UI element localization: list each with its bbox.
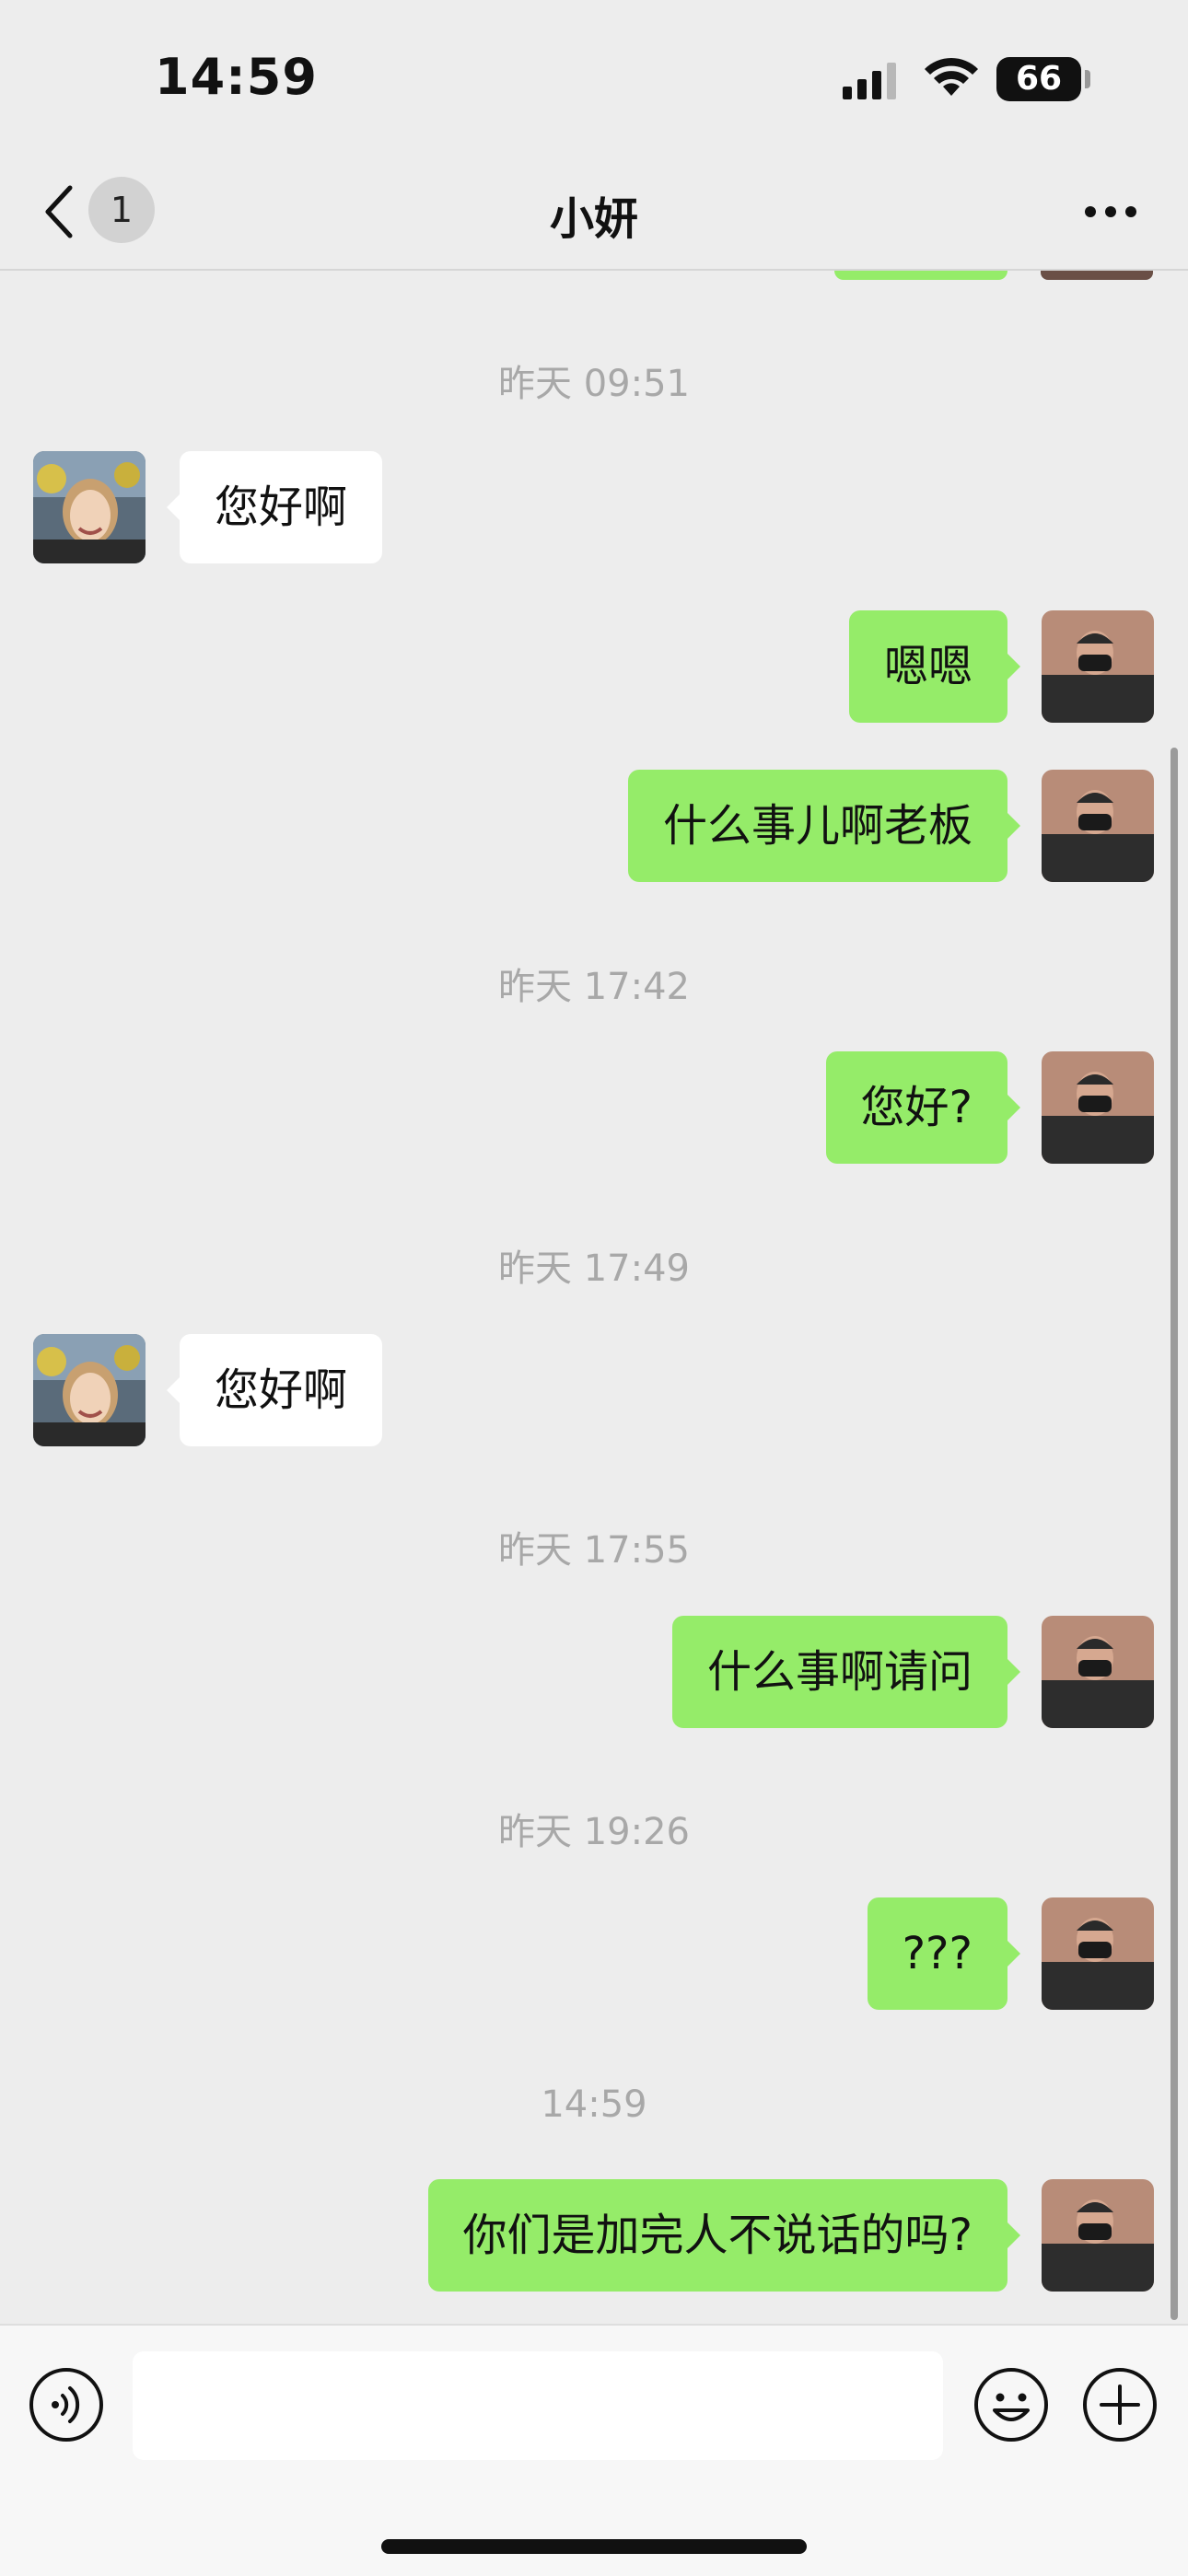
wifi-icon — [925, 57, 978, 96]
message-list[interactable]: 昨天 09:51 您好啊 嗯嗯 什么事儿啊老板 昨天 17:42 您好? 昨天 … — [0, 271, 1188, 2324]
message-timestamp: 昨天 17:49 — [498, 1247, 690, 1290]
contact-avatar[interactable] — [33, 451, 146, 563]
message-timestamp: 14:59 — [541, 2083, 647, 2126]
previous-message-avatar — [1041, 271, 1153, 280]
my-avatar[interactable] — [1042, 610, 1154, 723]
chat-title: 小妍 — [549, 193, 638, 245]
input-bar — [0, 2324, 1188, 2576]
back-chevron-icon[interactable] — [41, 182, 77, 241]
more-options-icon[interactable] — [1083, 201, 1138, 223]
my-avatar[interactable] — [1042, 770, 1154, 882]
status-bar: 14:59 66 — [0, 0, 1188, 157]
battery-cap — [1085, 70, 1090, 88]
sent-message-bubble[interactable]: ??? — [867, 1897, 1021, 2010]
message-timestamp: 昨天 17:55 — [498, 1529, 690, 1572]
message-input[interactable] — [133, 2351, 943, 2460]
cellular-signal-icon — [843, 63, 896, 99]
my-avatar[interactable] — [1042, 2179, 1154, 2292]
voice-input-icon[interactable] — [28, 2366, 105, 2443]
sent-message-bubble[interactable]: 嗯嗯 — [848, 610, 1021, 723]
chat-header: 1 小妍 — [0, 157, 1188, 271]
message-timestamp: 昨天 09:51 — [498, 363, 690, 405]
contact-avatar[interactable] — [33, 1334, 146, 1446]
sent-message-bubble[interactable]: 你们是加完人不说话的吗? — [427, 2179, 1021, 2292]
sent-message-bubble[interactable]: 什么事儿啊老板 — [627, 770, 1021, 882]
sent-message-bubble[interactable]: 什么事啊请问 — [671, 1616, 1021, 1728]
my-avatar[interactable] — [1042, 1897, 1154, 2010]
plus-icon[interactable] — [1081, 2366, 1159, 2443]
unread-count-badge[interactable]: 1 — [88, 177, 155, 243]
battery-icon: 66 — [996, 57, 1081, 101]
my-avatar[interactable] — [1042, 1051, 1154, 1164]
my-avatar[interactable] — [1042, 1616, 1154, 1728]
home-indicator — [381, 2539, 807, 2554]
previous-message-bubble — [834, 271, 1007, 280]
received-message-bubble[interactable]: 您好啊 — [166, 1334, 383, 1446]
message-timestamp: 昨天 19:26 — [498, 1811, 690, 1853]
sent-message-bubble[interactable]: 您好? — [825, 1051, 1021, 1164]
scrollbar[interactable] — [1171, 748, 1178, 2320]
status-time: 14:59 — [155, 48, 318, 106]
emoji-icon[interactable] — [973, 2366, 1050, 2443]
received-message-bubble[interactable]: 您好啊 — [166, 451, 383, 563]
message-timestamp: 昨天 17:42 — [498, 966, 690, 1008]
